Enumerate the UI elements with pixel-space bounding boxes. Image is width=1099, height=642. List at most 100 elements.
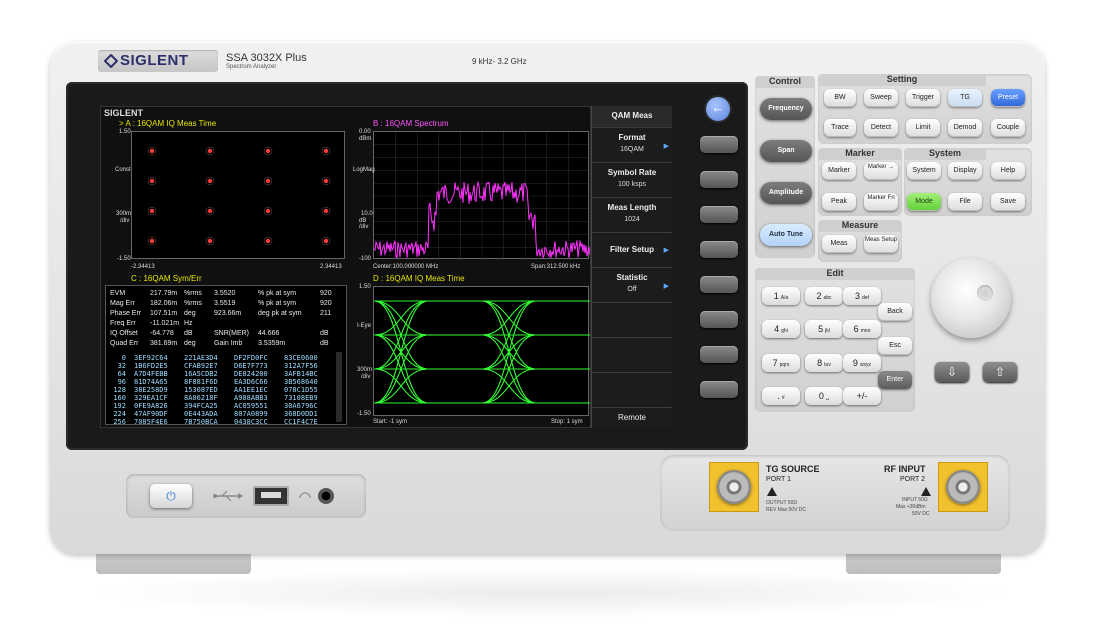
numpad-key-sign[interactable]: +/- xyxy=(843,387,881,405)
usb-host-port[interactable] xyxy=(253,486,289,506)
numpad-digit: 7 xyxy=(772,358,778,368)
numpad-key-1[interactable]: 1 A/a xyxy=(762,287,800,305)
amplitude-key[interactable]: Amplitude xyxy=(760,182,812,204)
setting-title: Setting xyxy=(818,74,986,86)
tg-key[interactable]: TG xyxy=(948,89,982,107)
span-key[interactable]: Span xyxy=(760,140,812,162)
rf-input-port: PORT 2 xyxy=(900,476,926,483)
expand-arrow-icon: ▶ xyxy=(663,283,669,290)
softkey-empty-8[interactable] xyxy=(592,373,672,408)
side-key-8[interactable] xyxy=(700,381,738,398)
side-key-5[interactable] xyxy=(700,276,738,293)
tg-source-connector[interactable] xyxy=(717,470,751,504)
help-key[interactable]: Help xyxy=(991,162,1025,180)
symbol-cell: CC1F4C7E xyxy=(284,418,318,426)
numpad-key-0[interactable]: 0 ␣ xyxy=(805,387,843,405)
side-key-2[interactable] xyxy=(700,171,738,188)
numpad-letters: jkl xyxy=(825,328,830,334)
numpad-key-4[interactable]: 4 ghi xyxy=(762,320,800,338)
control-title: Control xyxy=(755,76,815,88)
peak-key[interactable]: Peak xyxy=(822,193,856,211)
symbol-cell: A7D4FEBB xyxy=(134,370,168,378)
symbol-cell: 81D74A65 xyxy=(134,378,168,386)
spectrum-plot[interactable] xyxy=(373,131,590,260)
meas-key[interactable]: Meas xyxy=(822,235,856,253)
enter-key[interactable]: Enter xyxy=(878,371,912,389)
constellation-plot[interactable] xyxy=(131,131,345,259)
back-arrow-icon: ← xyxy=(711,100,725,115)
marker-key[interactable]: Marker xyxy=(822,162,856,180)
trace-key[interactable]: Trace xyxy=(824,119,856,137)
eye-diagram-plot[interactable] xyxy=(373,286,590,416)
rf-input-connector[interactable] xyxy=(946,470,980,504)
numpad-key-6[interactable]: 6 mno xyxy=(843,320,881,338)
eye-trace xyxy=(373,300,590,404)
eye-trace xyxy=(373,300,590,404)
esc-key[interactable]: Esc xyxy=(878,337,912,355)
save-key[interactable]: Save xyxy=(991,193,1025,211)
file-key[interactable]: File xyxy=(948,193,982,211)
rotary-knob[interactable] xyxy=(931,258,1011,338)
side-key-4[interactable] xyxy=(700,241,738,258)
softkey-filter-setup[interactable]: Filter Setup ▶ xyxy=(592,233,672,268)
numpad-key-2[interactable]: 2 abc xyxy=(805,287,843,305)
side-key-7[interactable] xyxy=(700,346,738,363)
auto-tune-key[interactable]: Auto Tune xyxy=(760,224,812,246)
numpad-letters: # xyxy=(781,395,785,401)
menu-back-button[interactable]: ← xyxy=(706,97,730,121)
marker-fn-key[interactable]: Marker Fn xyxy=(864,193,898,211)
numpad-key-9[interactable]: 9 wxyz xyxy=(843,354,881,372)
symbol-cell: 8F881F6D xyxy=(184,378,218,386)
softkey-empty-7[interactable] xyxy=(592,338,672,373)
softkey-meas-length[interactable]: Meas Length 1024 xyxy=(592,198,672,233)
constellation-point xyxy=(323,208,329,214)
expand-arrow-icon: ▶ xyxy=(663,247,669,254)
numpad-digit: 6 xyxy=(853,324,859,334)
eye-trace xyxy=(373,368,590,404)
constellation-point xyxy=(207,178,213,184)
bw-key[interactable]: BW xyxy=(824,89,856,107)
side-key-3[interactable] xyxy=(700,206,738,223)
trigger-key[interactable]: Trigger xyxy=(906,89,940,107)
system-key[interactable]: System xyxy=(907,162,941,180)
brand-logo: SIGLENT xyxy=(120,52,189,69)
meas-setup-key[interactable]: Meas Setup xyxy=(864,235,898,253)
numpad-key-dot[interactable]: . # xyxy=(762,387,800,405)
marker-to-key[interactable]: Marker → xyxy=(864,162,898,180)
window-a-ymid-unit: /div xyxy=(120,218,130,224)
detect-key[interactable]: Detect xyxy=(864,119,898,137)
warning-icon xyxy=(767,487,777,496)
eye-trace xyxy=(373,300,590,336)
constellation-point xyxy=(207,208,213,214)
side-key-6[interactable] xyxy=(700,311,738,328)
power-button[interactable]: ⏻ xyxy=(150,484,192,508)
softkey-format[interactable]: Format 16QAM ▶ xyxy=(592,128,672,163)
eye-trace xyxy=(373,300,590,404)
side-key-1[interactable] xyxy=(700,136,738,153)
back-key[interactable]: Back xyxy=(878,303,912,321)
symbol-cell: 0438C3CC xyxy=(234,418,268,426)
display-key[interactable]: Display xyxy=(948,162,982,180)
numpad-key-7[interactable]: 7 pqrs xyxy=(762,354,800,372)
constellation-point xyxy=(149,238,155,244)
limit-key[interactable]: Limit xyxy=(906,119,940,137)
couple-key[interactable]: Couple xyxy=(991,119,1025,137)
tg-source-title: TG SOURCE xyxy=(766,464,820,474)
symbol-cell: 3AFB14BC xyxy=(284,370,318,378)
softkey-statistic[interactable]: Statistic Off ▶ xyxy=(592,268,672,303)
up-arrow-key[interactable]: ⇧ xyxy=(983,362,1017,382)
numpad-key-5[interactable]: 5 jkl xyxy=(805,320,843,338)
down-arrow-key[interactable]: ⇩ xyxy=(935,362,969,382)
softkey-symbol-rate[interactable]: Symbol Rate 100 ksps xyxy=(592,163,672,198)
window-a-xright: 2.34413 xyxy=(320,264,342,270)
numpad-key-8[interactable]: 8 tuv xyxy=(805,354,843,372)
frequency-key[interactable]: Frequency xyxy=(760,98,812,120)
mode-key[interactable]: Mode xyxy=(907,193,941,211)
numpad-key-3[interactable]: 3 def xyxy=(843,287,881,305)
sweep-key[interactable]: Sweep xyxy=(864,89,898,107)
softkey-empty-6[interactable] xyxy=(592,303,672,338)
preset-key[interactable]: Preset xyxy=(991,89,1025,107)
symbol-scrollbar[interactable] xyxy=(336,352,342,422)
demod-key[interactable]: Demod xyxy=(948,119,982,137)
headphone-jack[interactable] xyxy=(318,488,334,504)
